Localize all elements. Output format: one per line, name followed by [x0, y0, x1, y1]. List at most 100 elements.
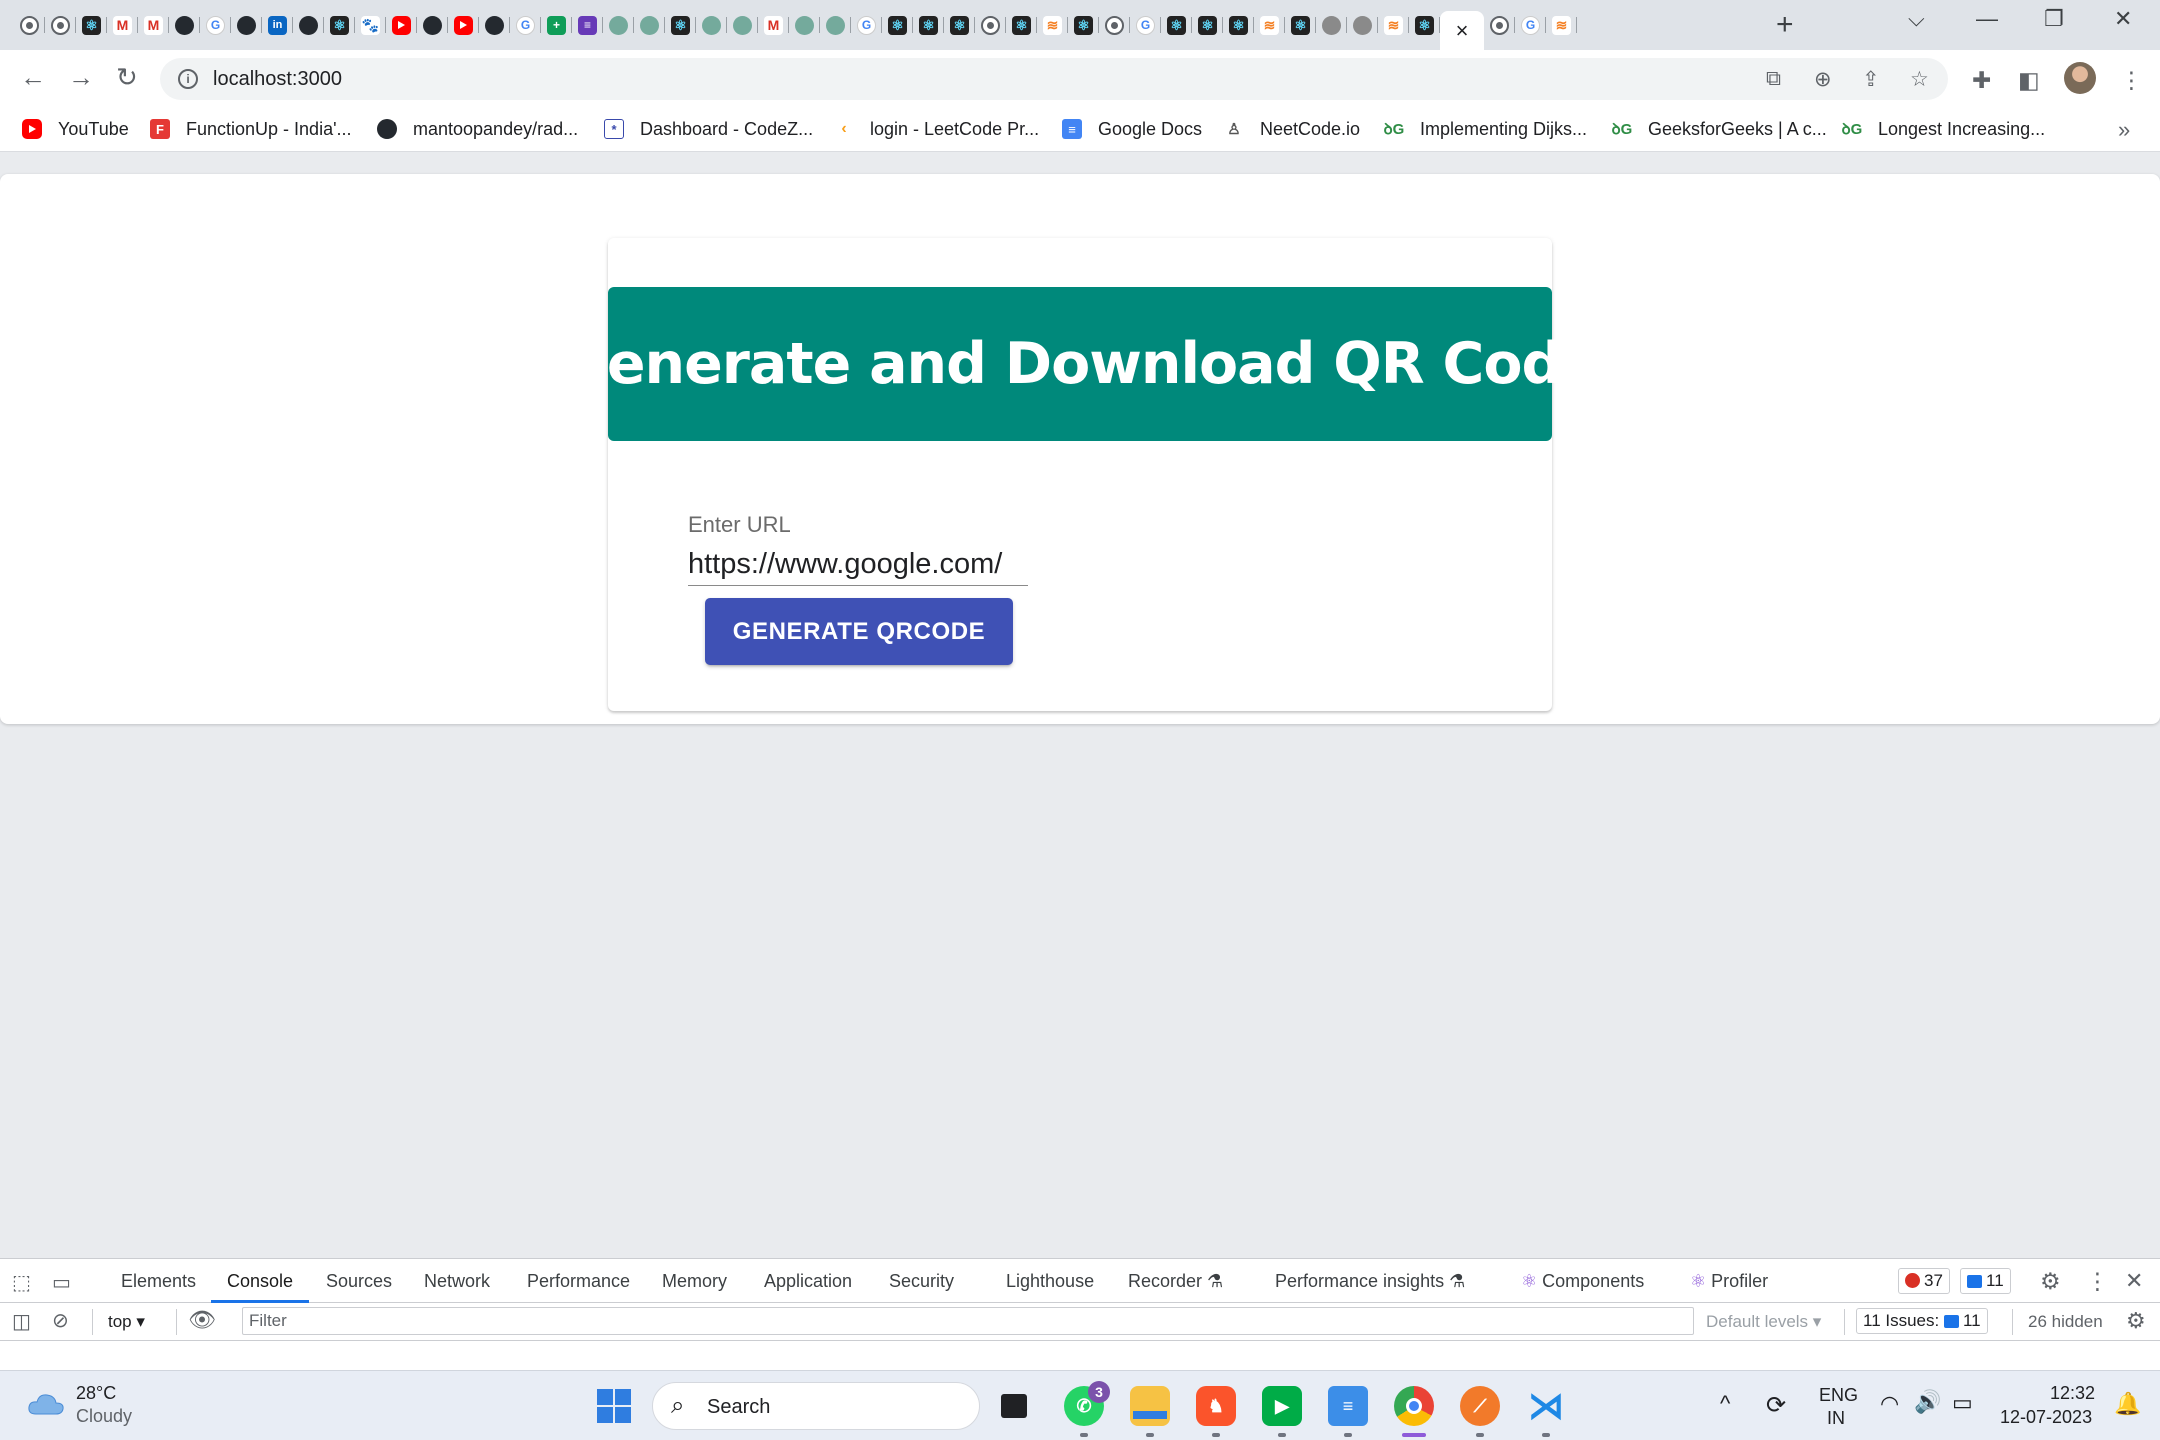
browser-tab[interactable] — [386, 11, 417, 39]
tab-application[interactable]: Application — [764, 1271, 852, 1292]
site-info-icon[interactable]: i — [178, 69, 198, 89]
browser-tab[interactable]: G — [510, 11, 541, 39]
browser-tab[interactable]: G — [1130, 11, 1161, 39]
browser-tab[interactable]: ⚛ — [1068, 11, 1099, 39]
browser-tab[interactable] — [1484, 11, 1515, 39]
url-input[interactable] — [688, 544, 1028, 586]
browser-tab[interactable]: ⚛ — [882, 11, 913, 39]
live-expression-eye-icon[interactable]: 👁 — [188, 1307, 216, 1333]
notifications-icon[interactable]: 🔔 — [2114, 1391, 2141, 1417]
bookmark-functionup[interactable]: F FunctionUp - India'... — [150, 115, 352, 143]
zoom-icon[interactable]: ⊕ — [1814, 67, 1832, 92]
browser-tab[interactable]: G — [1515, 11, 1546, 39]
browser-tab[interactable]: ⚛ — [1192, 11, 1223, 39]
address-url[interactable]: localhost:3000 — [213, 68, 342, 91]
tab-memory[interactable]: Memory — [662, 1271, 727, 1292]
notepad-icon[interactable]: ≡ — [1328, 1386, 1368, 1426]
browser-tab[interactable]: ⚛ — [1285, 11, 1316, 39]
bookmark-youtube[interactable]: YouTube — [22, 115, 129, 143]
browser-tab[interactable] — [479, 11, 510, 39]
active-browser-tab[interactable]: × — [1440, 11, 1484, 50]
tab-lighthouse[interactable]: Lighthouse — [1006, 1271, 1094, 1292]
minimize-icon[interactable]: — — [1976, 6, 1998, 32]
file-explorer-icon[interactable] — [1130, 1386, 1170, 1426]
restore-icon[interactable]: ❐ — [2044, 6, 2064, 32]
console-filter-input[interactable] — [242, 1307, 1694, 1335]
wifi-icon[interactable]: ◠ — [1880, 1391, 1899, 1417]
bookmark-google-docs[interactable]: ≡ Google Docs — [1062, 115, 1202, 143]
error-count-badge[interactable]: 37 — [1898, 1268, 1950, 1294]
bookmark-gfg-home[interactable]: ꝺG GeeksforGeeks | A c... — [1612, 115, 1827, 143]
browser-tab[interactable] — [231, 11, 262, 39]
browser-tab[interactable] — [634, 11, 665, 39]
sync-icon[interactable]: ⟳ — [1766, 1391, 1786, 1420]
vscode-icon[interactable]: ⋊ — [1526, 1385, 1566, 1426]
tray-overflow-chevron-icon[interactable]: ^ — [1720, 1391, 1730, 1417]
tab-elements[interactable]: Elements — [121, 1271, 196, 1292]
console-settings-icon[interactable]: ⚙ — [2126, 1308, 2146, 1334]
tab-performance-insights[interactable]: Performance insights ⚗ — [1275, 1271, 1465, 1292]
browser-tab[interactable]: ⚛ — [1161, 11, 1192, 39]
browser-tab[interactable] — [1316, 11, 1347, 39]
browser-tab[interactable]: M — [138, 11, 169, 39]
browser-tab[interactable]: ≡ — [572, 11, 603, 39]
browser-tab[interactable] — [1099, 11, 1130, 39]
browser-tab[interactable]: in — [262, 11, 293, 39]
battery-icon[interactable]: ▭ — [1952, 1390, 1973, 1416]
browser-tab[interactable] — [696, 11, 727, 39]
browser-tab[interactable] — [1347, 11, 1378, 39]
browser-tab[interactable]: ⚛ — [944, 11, 975, 39]
inspect-element-icon[interactable]: ⬚ — [12, 1270, 31, 1295]
browser-tab[interactable] — [603, 11, 634, 39]
browser-menu-icon[interactable]: ⋮ — [2120, 67, 2143, 94]
context-selector[interactable]: top ▾ — [108, 1312, 145, 1332]
browser-tab[interactable]: ⚛ — [324, 11, 355, 39]
browser-tab[interactable]: ≋ — [1546, 11, 1577, 39]
browser-tab[interactable] — [789, 11, 820, 39]
brave-browser-icon[interactable]: ♞ — [1196, 1386, 1236, 1426]
weather-condition[interactable]: Cloudy — [76, 1406, 132, 1427]
tab-performance[interactable]: Performance — [527, 1271, 630, 1292]
browser-tab[interactable]: ⚛ — [1223, 11, 1254, 39]
bookmark-star-icon[interactable]: ☆ — [1910, 67, 1929, 92]
browser-tab[interactable]: G — [851, 11, 882, 39]
side-panel-icon[interactable]: ◧ — [2018, 67, 2040, 94]
bookmark-codezinger[interactable]: * Dashboard - CodeZ... — [604, 115, 813, 143]
tab-close-icon[interactable]: × — [1456, 18, 1469, 44]
browser-tab[interactable] — [169, 11, 200, 39]
bookmark-neetcode[interactable]: ♙ NeetCode.io — [1224, 115, 1360, 143]
clear-console-icon[interactable]: ⊘ — [52, 1308, 69, 1333]
open-in-app-icon[interactable]: ⧉ — [1766, 67, 1781, 91]
forward-icon[interactable]: → — [68, 62, 94, 93]
tab-components[interactable]: ⚛ Components — [1521, 1271, 1644, 1292]
browser-tab[interactable]: ≋ — [1254, 11, 1285, 39]
issues-button[interactable]: 11 Issues: 11 — [1856, 1308, 1988, 1334]
browser-tab[interactable] — [14, 11, 45, 39]
address-bar[interactable]: i localhost:3000 ⧉ ⊕ ⇪ ☆ — [160, 58, 1948, 100]
browser-tab[interactable]: 🐾 — [355, 11, 386, 39]
generate-qrcode-button[interactable]: GENERATE QRCODE — [705, 598, 1013, 665]
browser-tab[interactable] — [448, 11, 479, 39]
log-levels-dropdown[interactable]: Default levels ▾ — [1706, 1312, 1821, 1332]
message-count-badge[interactable]: 11 — [1960, 1268, 2011, 1294]
bookmarks-overflow-button[interactable]: » — [2118, 117, 2130, 143]
browser-tab[interactable] — [727, 11, 758, 39]
weather-temperature[interactable]: 28°C — [76, 1383, 116, 1404]
bookmark-gfg-lis[interactable]: ꝺG Longest Increasing... — [1842, 115, 2045, 143]
browser-tab[interactable]: ⚛ — [1409, 11, 1440, 39]
google-meet-icon[interactable]: ▶ — [1262, 1386, 1302, 1426]
browser-tab[interactable] — [417, 11, 448, 39]
browser-tab[interactable]: ⚛ — [76, 11, 107, 39]
devtools-close-icon[interactable]: ✕ — [2125, 1268, 2143, 1294]
browser-tab[interactable] — [45, 11, 76, 39]
browser-tab[interactable] — [975, 11, 1006, 39]
bookmark-gfg-dijkstra[interactable]: ꝺG Implementing Dijks... — [1384, 115, 1587, 143]
volume-icon[interactable]: 🔊 — [1914, 1389, 1941, 1415]
browser-tab[interactable]: ≋ — [1378, 11, 1409, 39]
taskbar-search[interactable]: ⌕ Search — [652, 1382, 980, 1430]
browser-tab[interactable] — [293, 11, 324, 39]
bookmark-leetcode[interactable]: ‹ login - LeetCode Pr... — [834, 115, 1039, 143]
browser-tab[interactable]: M — [758, 11, 789, 39]
browser-tab[interactable]: + — [541, 11, 572, 39]
clock-date[interactable]: 12-07-2023 — [2000, 1407, 2092, 1428]
